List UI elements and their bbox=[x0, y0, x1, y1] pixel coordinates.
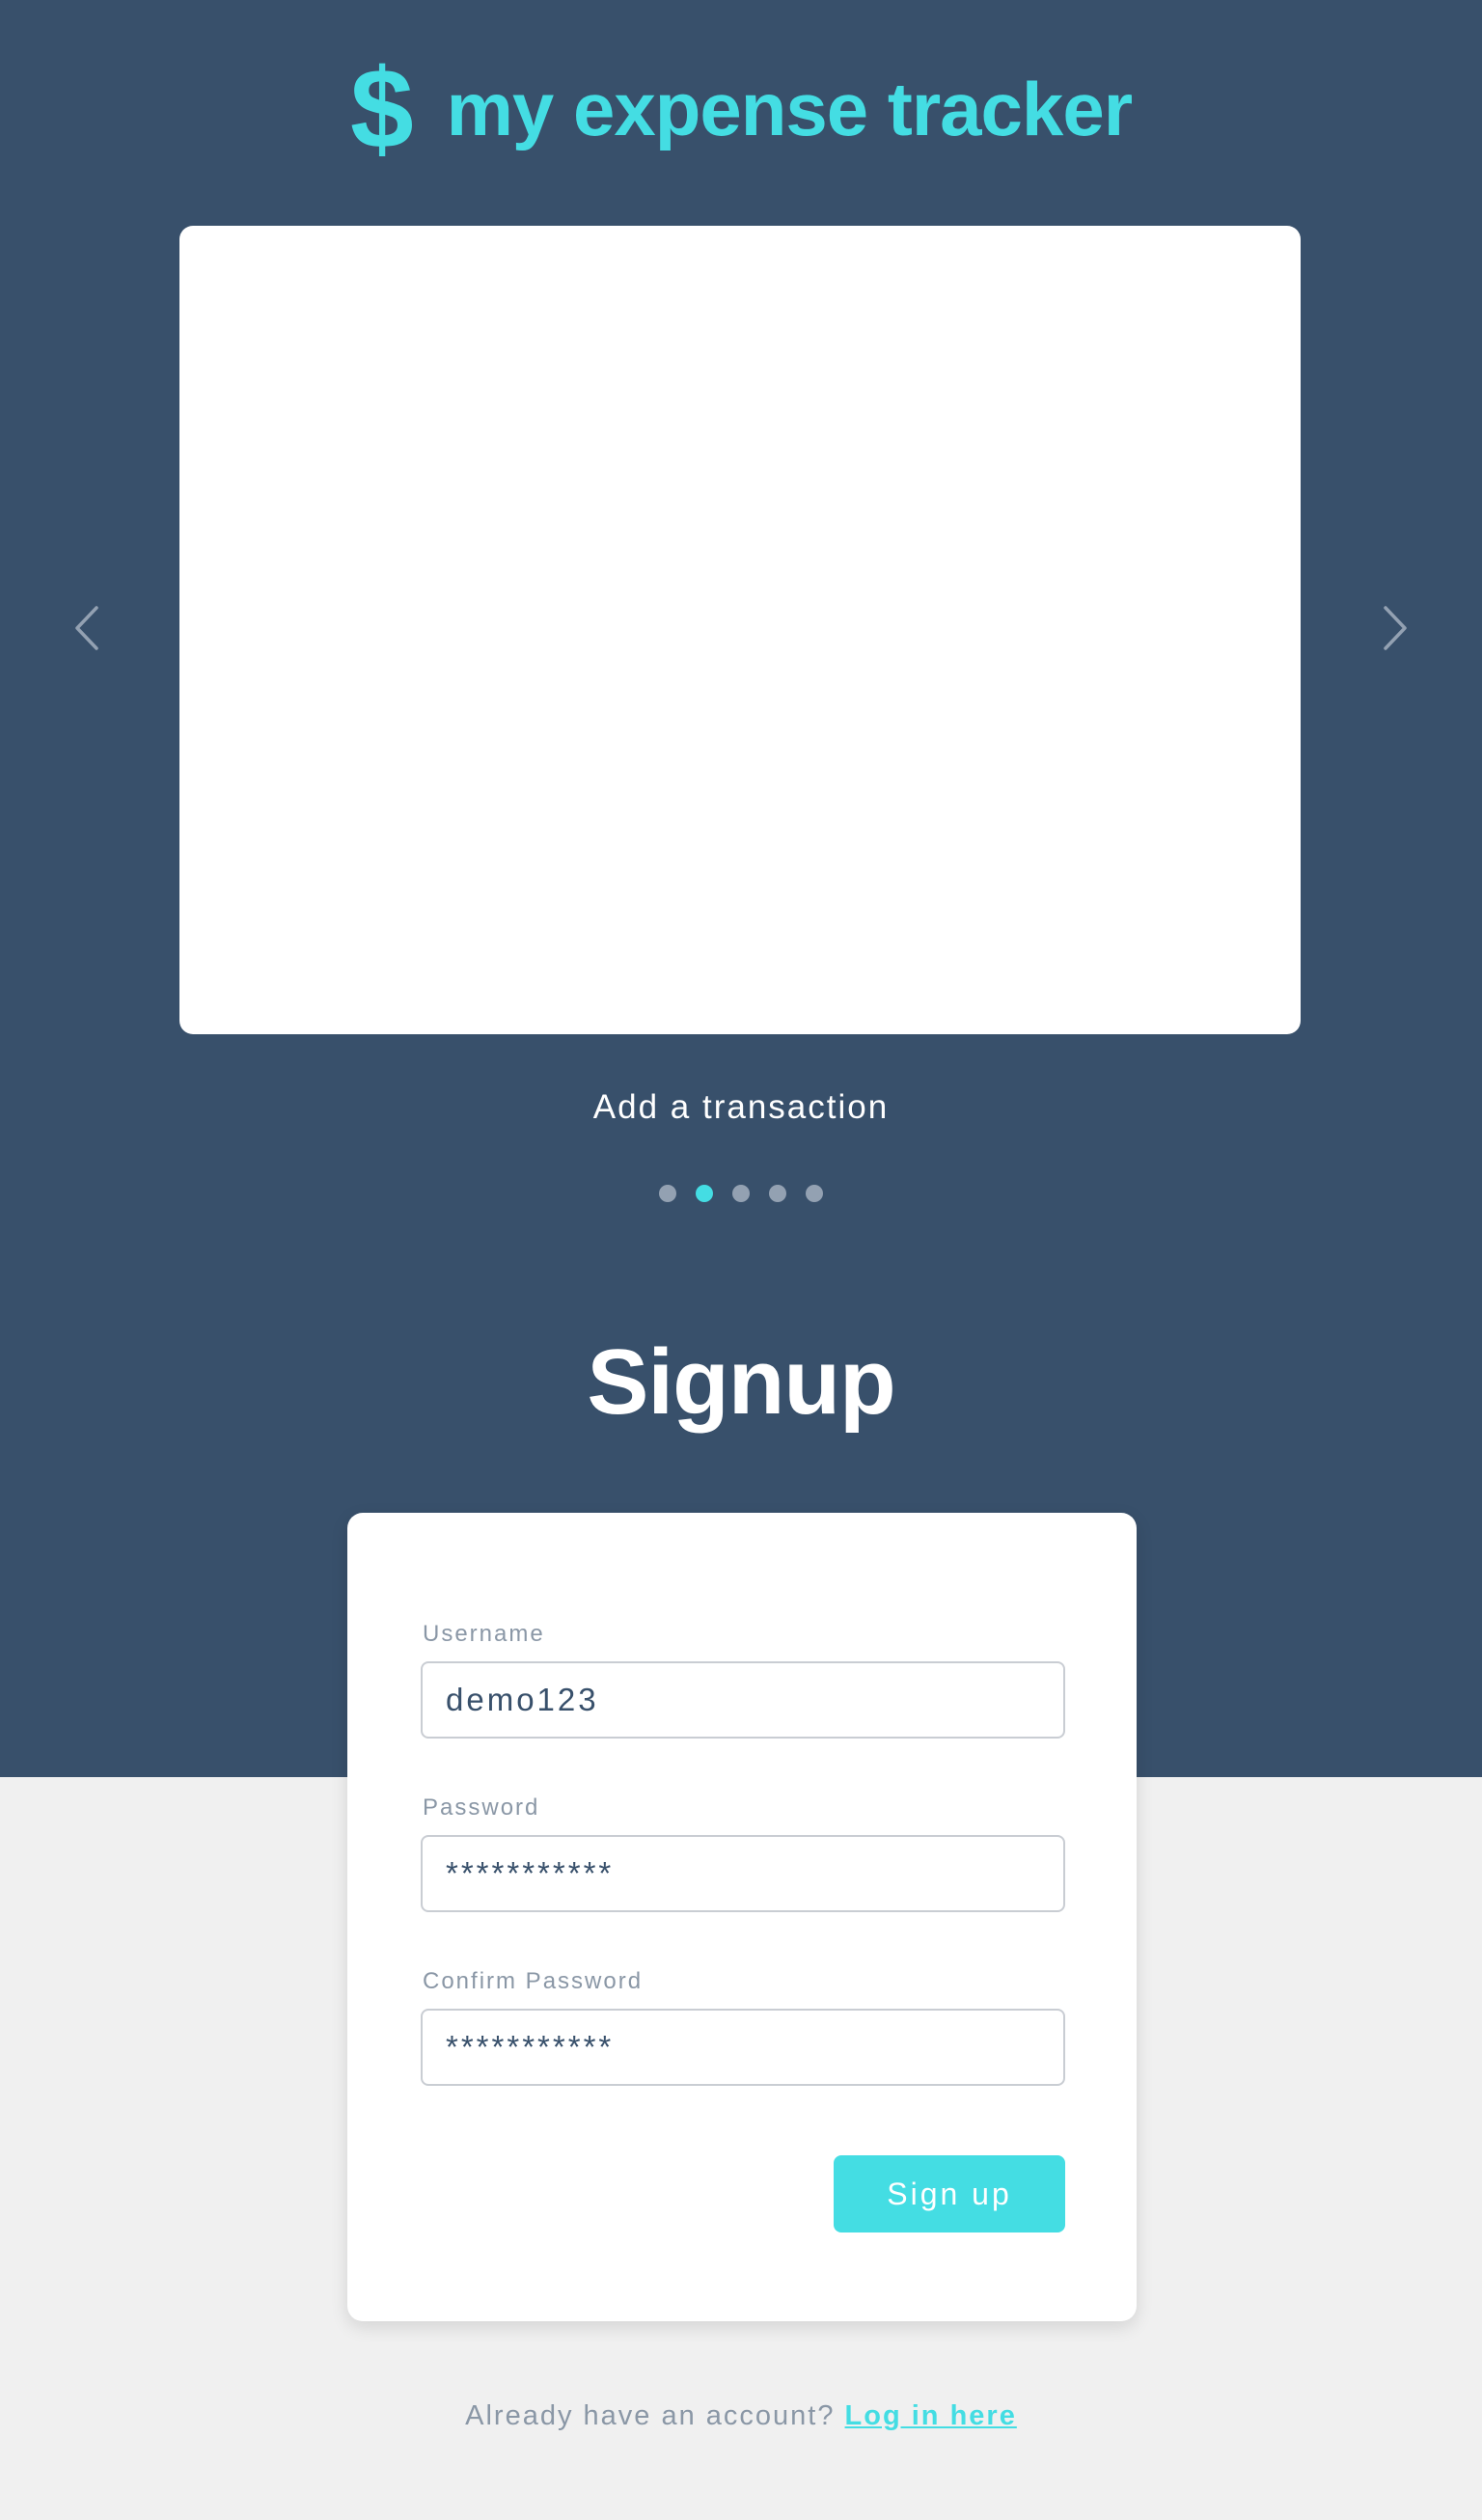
brand-header: $ my expense tracker bbox=[0, 52, 1482, 166]
carousel-slide bbox=[179, 226, 1301, 1034]
carousel-dot-5[interactable] bbox=[806, 1185, 823, 1202]
carousel-dot-4[interactable] bbox=[769, 1185, 786, 1202]
chevron-left-icon bbox=[75, 606, 98, 650]
login-prompt: Already have an account? Log in here bbox=[0, 2400, 1482, 2432]
password-input[interactable] bbox=[421, 1835, 1065, 1912]
login-link[interactable]: Log in here bbox=[845, 2400, 1017, 2431]
dollar-icon: $ bbox=[349, 45, 414, 173]
signup-button[interactable]: Sign up bbox=[834, 2155, 1065, 2232]
chevron-right-icon bbox=[1384, 606, 1407, 650]
username-input[interactable] bbox=[421, 1661, 1065, 1739]
carousel-dots bbox=[0, 1185, 1482, 1202]
page-title: Signup bbox=[587, 1330, 895, 1434]
confirm-password-input[interactable] bbox=[421, 2009, 1065, 2086]
login-prompt-text: Already have an account? bbox=[465, 2400, 845, 2431]
carousel-prev-button[interactable] bbox=[58, 594, 116, 662]
username-label: Username bbox=[423, 1621, 545, 1647]
carousel-caption: Add a transaction bbox=[592, 1088, 890, 1126]
carousel-dot-3[interactable] bbox=[732, 1185, 750, 1202]
app-title: my expense tracker bbox=[446, 66, 1133, 151]
confirm-password-label: Confirm Password bbox=[423, 1968, 644, 1994]
carousel-dot-2[interactable] bbox=[696, 1185, 713, 1202]
password-label: Password bbox=[423, 1794, 540, 1821]
carousel-next-button[interactable] bbox=[1366, 594, 1424, 662]
carousel-dot-1[interactable] bbox=[659, 1185, 676, 1202]
signup-form-card: Username Password Confirm Password Sign … bbox=[347, 1513, 1137, 2321]
